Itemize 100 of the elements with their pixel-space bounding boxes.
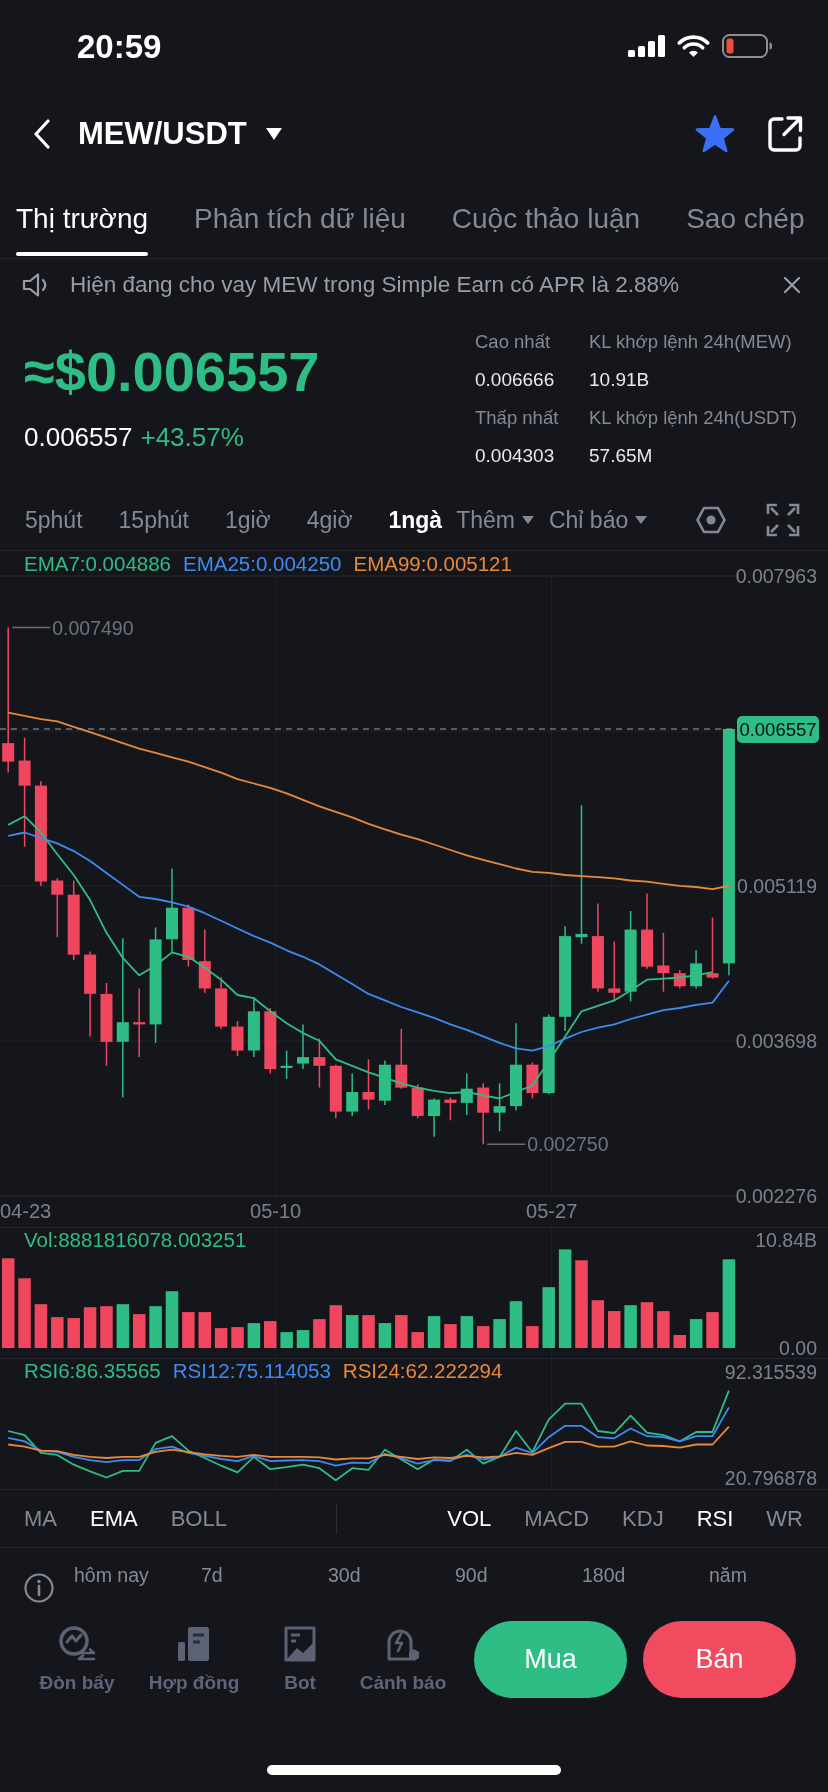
candlestick	[198, 928, 211, 994]
legend-text: EMA99:0.005121	[353, 551, 512, 577]
candlestick	[297, 1023, 309, 1070]
axis-label: 0.005119	[737, 874, 817, 900]
star-icon[interactable]	[695, 115, 735, 153]
info-icon[interactable]	[24, 1573, 54, 1603]
candlestick	[526, 1061, 539, 1100]
volume-bar	[427, 1316, 441, 1348]
settings-icon[interactable]	[696, 506, 726, 534]
close-icon[interactable]	[783, 276, 801, 294]
axis-label: 0.00	[779, 1338, 817, 1358]
candlestick	[313, 1037, 326, 1089]
tab[interactable]: Cuộc thảo luận	[451, 176, 641, 256]
candlestick	[280, 1049, 293, 1080]
caret-icon	[635, 516, 648, 524]
indicator-tab[interactable]: WR	[766, 1504, 803, 1533]
stat-value: 57.65M	[589, 444, 653, 468]
candlestick	[657, 932, 670, 993]
indicator-tab[interactable]: VOL	[447, 1504, 492, 1533]
volume-bar	[411, 1332, 424, 1348]
volume-bar	[345, 1315, 359, 1348]
stat-value: 0.006666	[475, 368, 555, 392]
indicator-tab[interactable]: MA	[24, 1504, 57, 1533]
volume-bar	[526, 1326, 539, 1348]
interval-tab[interactable]: 1ngà	[388, 505, 443, 535]
signal-icon	[628, 35, 665, 57]
interval-tab[interactable]: 5phút	[25, 505, 83, 535]
volume-bar	[67, 1318, 80, 1348]
candlestick	[329, 1063, 342, 1119]
volume-bar	[476, 1326, 490, 1348]
candlestick	[182, 903, 195, 968]
candlestick	[378, 1059, 391, 1106]
volume-bar	[149, 1306, 162, 1348]
battery-icon	[722, 34, 773, 58]
tool-button[interactable]: Hợp đồng	[148, 1625, 240, 1697]
price-tag: 0.006557	[737, 715, 819, 743]
date-label: 05-10	[250, 1199, 302, 1224]
volume-bar	[313, 1319, 326, 1348]
marker-line	[11, 626, 51, 629]
volume-bar	[460, 1316, 474, 1348]
volume-bar	[34, 1304, 48, 1348]
volume-bar	[362, 1315, 375, 1348]
candlestick	[264, 1007, 277, 1075]
period-label: hôm nay	[74, 1563, 149, 1588]
volume-bar	[509, 1301, 523, 1348]
candlestick	[428, 1097, 441, 1138]
wifi-icon	[677, 34, 710, 58]
tool-button[interactable]: Đòn bẩy	[39, 1625, 115, 1697]
change-text: +43.57%	[140, 421, 244, 453]
volume-bar	[657, 1311, 670, 1348]
indicator-tab[interactable]: RSI	[696, 1504, 734, 1533]
tab[interactable]: Thị trường	[16, 176, 149, 256]
volume-bar	[18, 1278, 31, 1348]
axis-label: 20.796878	[724, 1466, 817, 1490]
legend-text: RSI6:86.35565	[24, 1359, 161, 1383]
indicator-tab[interactable]: EMA	[90, 1504, 138, 1533]
interval-tab[interactable]: 1giờ	[224, 505, 271, 535]
announcement-text: Hiện đang cho vay MEW trong Simple Earn có APR là 2.88%	[70, 271, 680, 299]
volume-bar	[706, 1312, 719, 1348]
volume-bar	[542, 1287, 555, 1348]
legend-text: RSI12:75.114053	[172, 1359, 331, 1383]
volume-bar	[673, 1335, 686, 1348]
stat-label: KL khớp lệnh 24h(USDT)	[589, 406, 797, 430]
candlestick	[133, 987, 146, 1058]
axis-label: 0.003698	[735, 1029, 817, 1054]
stat-value: 10.91B	[589, 368, 650, 392]
fullscreen-icon[interactable]	[766, 503, 800, 537]
back-icon[interactable]	[33, 119, 51, 149]
indicator-tab[interactable]: KDJ	[622, 1504, 664, 1533]
sell-button[interactable]: Bán	[643, 1621, 796, 1698]
volume-bar	[444, 1324, 457, 1348]
volume-bar	[231, 1327, 244, 1348]
indicator-tab[interactable]: BOLL	[170, 1504, 227, 1533]
period-label: 30d	[328, 1563, 361, 1588]
tool-button[interactable]: Cảnh báo	[359, 1625, 447, 1697]
volume-bar	[100, 1306, 113, 1348]
volume-bar	[133, 1314, 146, 1348]
interval-tab[interactable]: 4giờ	[306, 505, 353, 535]
dropdown-button[interactable]: Chỉ báo	[548, 505, 648, 535]
interval-tab[interactable]: 15phút	[118, 505, 189, 535]
pair-selector[interactable]: MEW/USDT	[78, 116, 282, 152]
indicator-tab[interactable]: MACD	[524, 1504, 590, 1533]
volume-bar	[640, 1302, 654, 1348]
volume-bar	[608, 1311, 621, 1348]
dropdown-button[interactable]: Thêm	[456, 505, 534, 535]
candlestick	[690, 949, 703, 990]
volume-bar	[264, 1321, 277, 1348]
volume-bar	[165, 1291, 179, 1348]
tool-button[interactable]: Bot	[281, 1625, 319, 1697]
legend-text: RSI24:62.222294	[342, 1359, 503, 1383]
share-icon[interactable]	[767, 115, 803, 153]
tab[interactable]: Sao chép	[686, 176, 805, 256]
candlestick	[411, 1083, 424, 1119]
date-label: 04-23	[0, 1199, 52, 1224]
stat-value: 0.004303	[475, 444, 555, 468]
volume-bar	[689, 1319, 703, 1348]
tab[interactable]: Phân tích dữ liệu	[194, 176, 406, 256]
chart-title: Vol:8881816078.003251	[24, 1228, 247, 1252]
price-label: 0.002750	[527, 1132, 609, 1158]
volume-bar	[395, 1315, 408, 1348]
